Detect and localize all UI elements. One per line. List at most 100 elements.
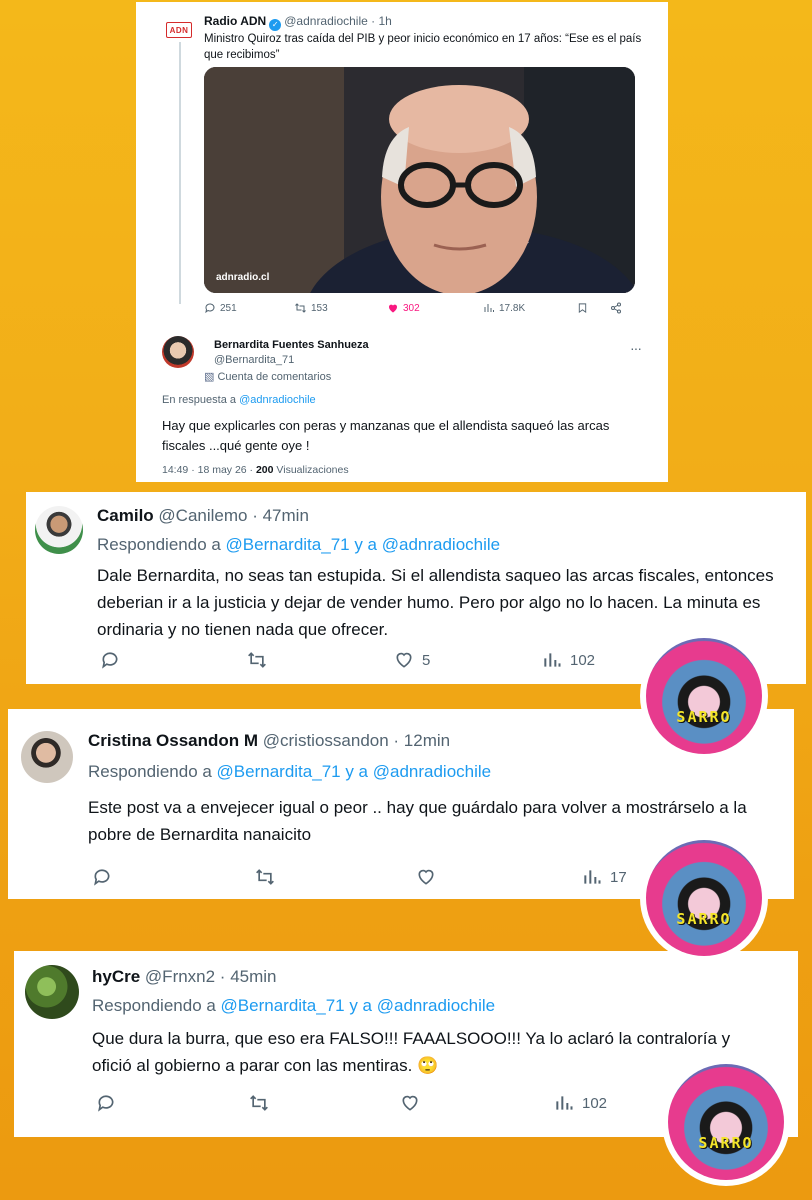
reply-views-label: Visualizaciones [273, 464, 349, 476]
heart-icon [418, 869, 434, 885]
thread-line [179, 42, 181, 304]
replying-prefix: Respondiendo a [97, 535, 226, 554]
in-reply-handle-link[interactable]: @adnradiochile [239, 394, 316, 406]
replying-prefix: Respondiendo a [88, 762, 217, 781]
reply-tweet-meta: 14:49 · 18 may 26 · 200 Visualizaciones [162, 464, 349, 476]
views-chart-icon [484, 304, 494, 312]
comment-author-meta[interactable]: @Canilemo · 47min [158, 506, 308, 525]
views-count: 17.8K [499, 302, 526, 314]
repost-action[interactable] [254, 867, 276, 887]
share-button[interactable] [610, 302, 622, 314]
heart-icon [396, 652, 412, 668]
comment-text: Que dura la burra, que eso era FALSO!!! … [92, 1029, 731, 1075]
radio-adn-avatar[interactable]: ADN [166, 22, 192, 38]
hycre-avatar[interactable] [25, 965, 79, 1019]
views-count: 17 [610, 868, 627, 886]
sarro-artwork: SARRO [668, 1064, 784, 1180]
reply-author-handle[interactable]: @Bernardita_71 [214, 354, 294, 366]
bernardita-avatar[interactable] [162, 336, 194, 368]
camilo-avatar[interactable] [35, 506, 83, 554]
repost-icon [248, 652, 266, 668]
reply-author-name[interactable]: Bernardita Fuentes Sanhueza [214, 339, 369, 351]
more-options-button[interactable]: ··· [630, 340, 642, 358]
comment-header: Cristina Ossandon M @cristiossandon · 12… [88, 731, 450, 751]
reply-icon [94, 869, 110, 886]
bookmark-icon [578, 303, 587, 314]
in-reply-to: En respuesta a @adnradiochile [162, 394, 316, 406]
repost-count: 153 [311, 302, 328, 314]
source-author-name[interactable]: Radio ADN [204, 14, 266, 28]
account-tag-label: Cuenta de comentarios [217, 371, 332, 383]
views-count: 102 [582, 1094, 608, 1112]
account-tag: ▧ Cuenta de comentarios [204, 370, 331, 383]
repost-icon [256, 869, 274, 885]
verified-badge-icon: ✓ [269, 19, 282, 31]
comment-text: Dale Bernardita, no seas tan estupida. S… [97, 566, 774, 639]
sarro-badge: SARRO [640, 834, 768, 962]
reply-timestamp[interactable]: 14:49 · 18 may 26 · [162, 464, 256, 476]
sarro-artwork: SARRO [646, 840, 762, 956]
like-action[interactable]: 5 [394, 650, 430, 670]
reply-action[interactable]: 251 [204, 302, 237, 314]
comment-author-meta[interactable]: @cristiossandon · 12min [263, 731, 450, 750]
views-count: 102 [570, 651, 596, 669]
reply-action[interactable] [100, 650, 120, 670]
like-action[interactable] [400, 1093, 420, 1113]
views-action[interactable]: 102 [542, 650, 595, 670]
reply-views-count: 200 [255, 464, 274, 476]
replying-handles-link[interactable]: @Bernardita_71 y a @adnradiochile [221, 996, 496, 1015]
reply-icon [102, 652, 118, 669]
minister-portrait [204, 67, 635, 293]
views-chart-icon [584, 870, 601, 884]
like-action[interactable]: 302 [387, 302, 420, 314]
heart-filled-icon [388, 304, 398, 313]
views-action[interactable]: 17 [582, 867, 627, 887]
news-photo[interactable]: adnradio.cl [204, 67, 635, 293]
comment-author-name[interactable]: hyCre [92, 967, 140, 986]
source-author-meta[interactable]: @adnradiochile · 1h [284, 14, 392, 28]
heart-icon [402, 1095, 418, 1111]
reply-count: 251 [220, 302, 237, 314]
sarro-badge: SARRO [640, 632, 768, 760]
sarro-artwork: SARRO [646, 638, 762, 754]
more-dots-icon: ··· [630, 340, 642, 356]
like-action[interactable] [416, 867, 436, 887]
repost-action[interactable]: 153 [294, 302, 328, 314]
comment-header: Camilo @Canilemo · 47min [97, 506, 309, 526]
quoted-tweet-card: ADN Radio ADN ✓ @adnradiochile · 1h Minist… [136, 2, 668, 482]
sarro-badge: SARRO [662, 1058, 790, 1186]
repost-action[interactable] [248, 1093, 270, 1113]
views-chart-icon [556, 1096, 573, 1110]
comment-replying-to: Respondiendo a @Bernardita_71 y a @adnra… [92, 996, 495, 1016]
comment-author-meta[interactable]: @Frnxn2 · 45min [145, 967, 277, 986]
comment-header: hyCre @Frnxn2 · 45min [92, 967, 277, 987]
source-tweet-header: Radio ADN ✓ @adnradiochile · 1h [204, 14, 392, 31]
reply-icon [205, 303, 215, 314]
reply-action[interactable] [96, 1093, 116, 1113]
comment-actions: 17 [92, 867, 652, 889]
reply-tweet-text: Hay que explicarles con peras y manzanas… [162, 418, 610, 453]
like-count: 5 [422, 651, 431, 669]
replying-prefix: Respondiendo a [92, 996, 221, 1015]
in-reply-prefix: En respuesta a [162, 394, 240, 406]
reply-icon [98, 1095, 114, 1112]
repost-action[interactable] [246, 650, 268, 670]
sarro-label: SARRO [698, 1133, 754, 1152]
reply-action[interactable] [92, 867, 112, 887]
comment-author-name[interactable]: Cristina Ossandon M [88, 731, 258, 750]
comment-replying-to: Respondiendo a @Bernardita_71 y a @adnra… [88, 762, 491, 782]
comment-actions: 102 [96, 1093, 656, 1115]
sarro-label: SARRO [676, 909, 732, 928]
repost-icon [250, 1095, 268, 1111]
comment-author-name[interactable]: Camilo [97, 506, 154, 525]
share-icon [611, 302, 621, 314]
source-tweet-text: Ministro Quiroz tras caída del PIB y peo… [204, 33, 642, 61]
views-action[interactable]: 17.8K [483, 302, 525, 314]
sarro-label: SARRO [676, 707, 732, 726]
replying-handles-link[interactable]: @Bernardita_71 y a @adnradiochile [217, 762, 492, 781]
bookmark-button[interactable] [577, 302, 588, 314]
repost-icon [295, 303, 306, 313]
replying-handles-link[interactable]: @Bernardita_71 y a @adnradiochile [226, 535, 501, 554]
views-action[interactable]: 102 [554, 1093, 607, 1113]
cristina-avatar[interactable] [21, 731, 73, 783]
